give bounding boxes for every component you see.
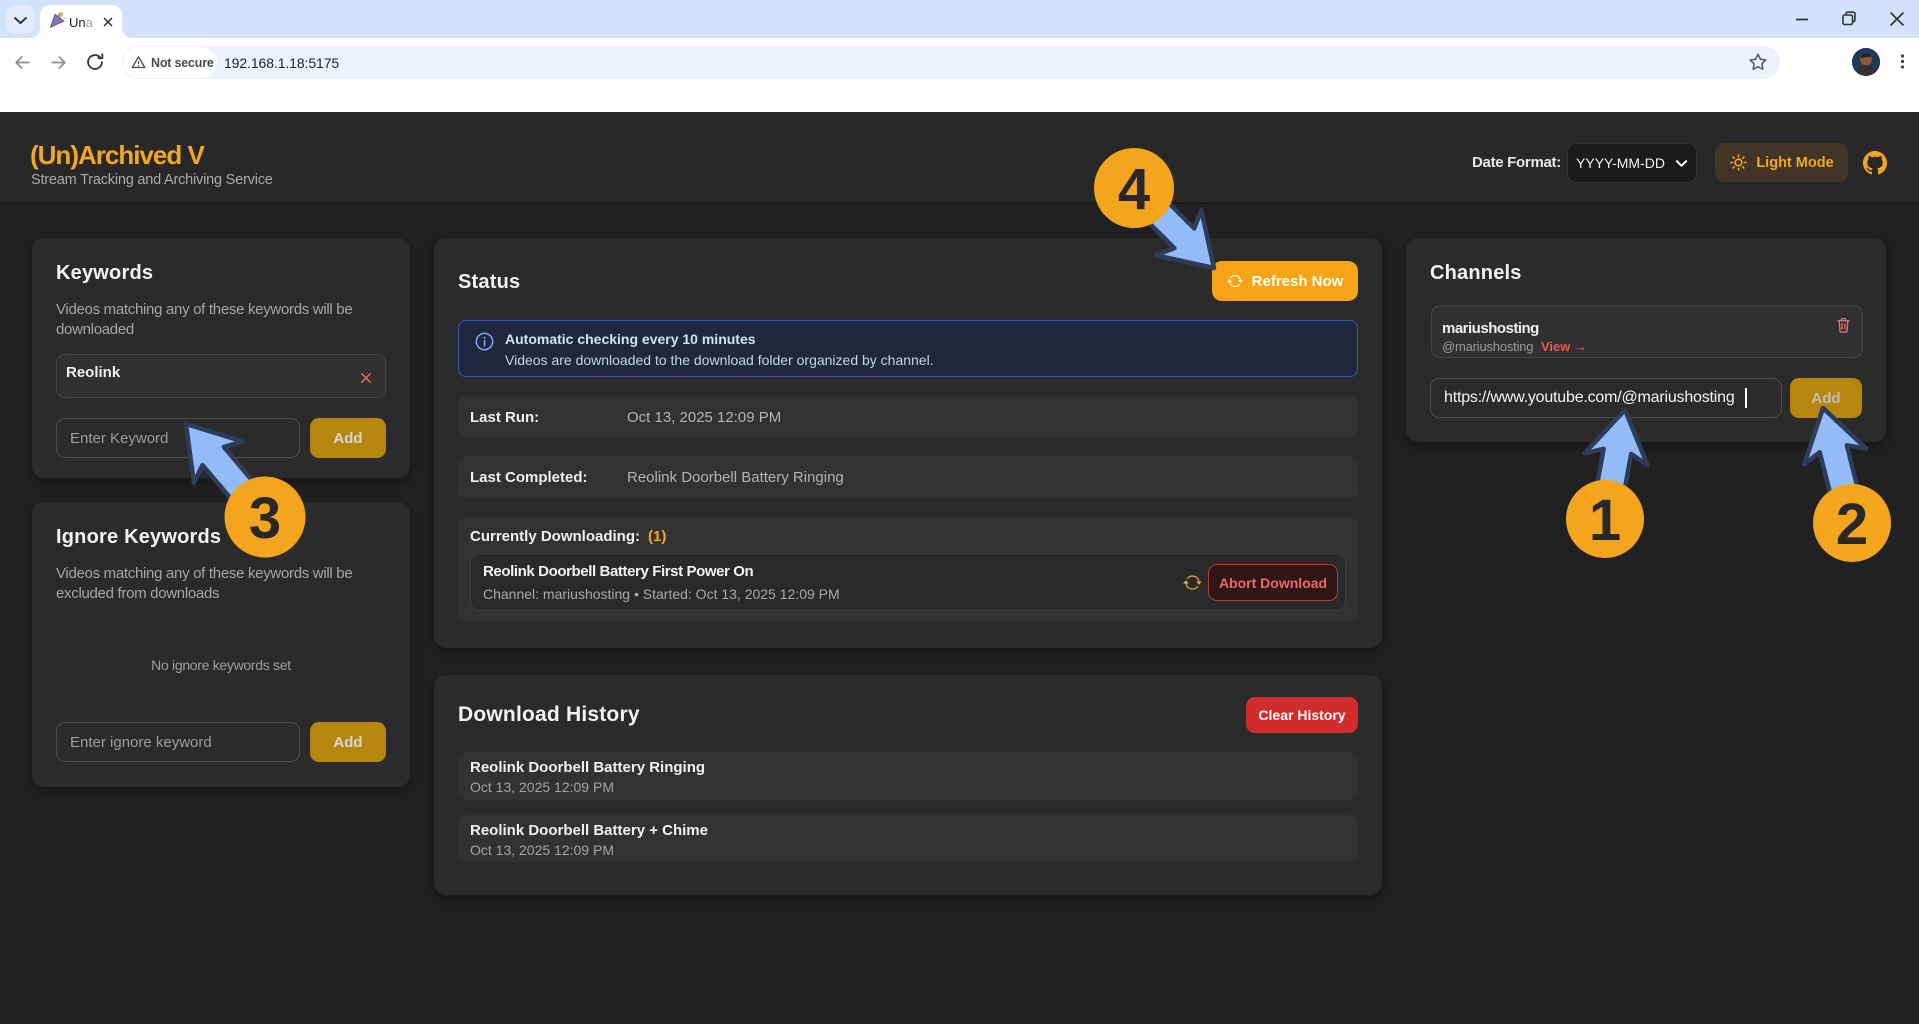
- svg-text:1: 1: [1589, 488, 1621, 553]
- svg-text:2: 2: [1836, 492, 1868, 557]
